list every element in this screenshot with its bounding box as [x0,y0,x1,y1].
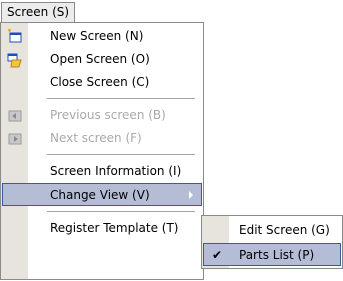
menu-item-previous-screen: Previous screen (B) [2,104,202,127]
menu-separator [47,211,195,212]
open-screen-icon [7,52,23,68]
menu-item-register-template[interactable]: Register Template (T) [2,217,202,240]
menu-bar: Screen (S) [0,0,343,22]
menu-title-screen[interactable]: Screen (S) [1,2,76,22]
previous-screen-icon [7,108,23,124]
submenu-item-edit-screen[interactable]: Edit Screen (G) [203,219,341,242]
menu-item-change-view[interactable]: Change View (V) [2,183,202,206]
checkmark-icon: ✔ [211,248,223,262]
next-screen-icon [7,131,23,147]
menu-item-next-screen: Next screen (F) [2,127,202,150]
menu-item-close-screen[interactable]: Close Screen (C) [2,71,202,94]
screen-menu: New Screen (N) Open Screen (O) Close Scr… [0,22,204,280]
menu-item-open-screen[interactable]: Open Screen (O) [2,48,202,71]
menu-separator [47,154,195,155]
menu-item-new-screen[interactable]: New Screen (N) [2,25,202,48]
submenu-item-parts-list[interactable]: ✔ Parts List (P) [203,243,341,266]
submenu-arrow-icon [189,191,193,199]
menu-item-screen-information[interactable]: Screen Information (I) [2,160,202,183]
new-screen-icon [7,29,23,45]
change-view-submenu: Edit Screen (G) ✔ Parts List (P) [201,215,343,269]
menu-separator [47,98,195,99]
